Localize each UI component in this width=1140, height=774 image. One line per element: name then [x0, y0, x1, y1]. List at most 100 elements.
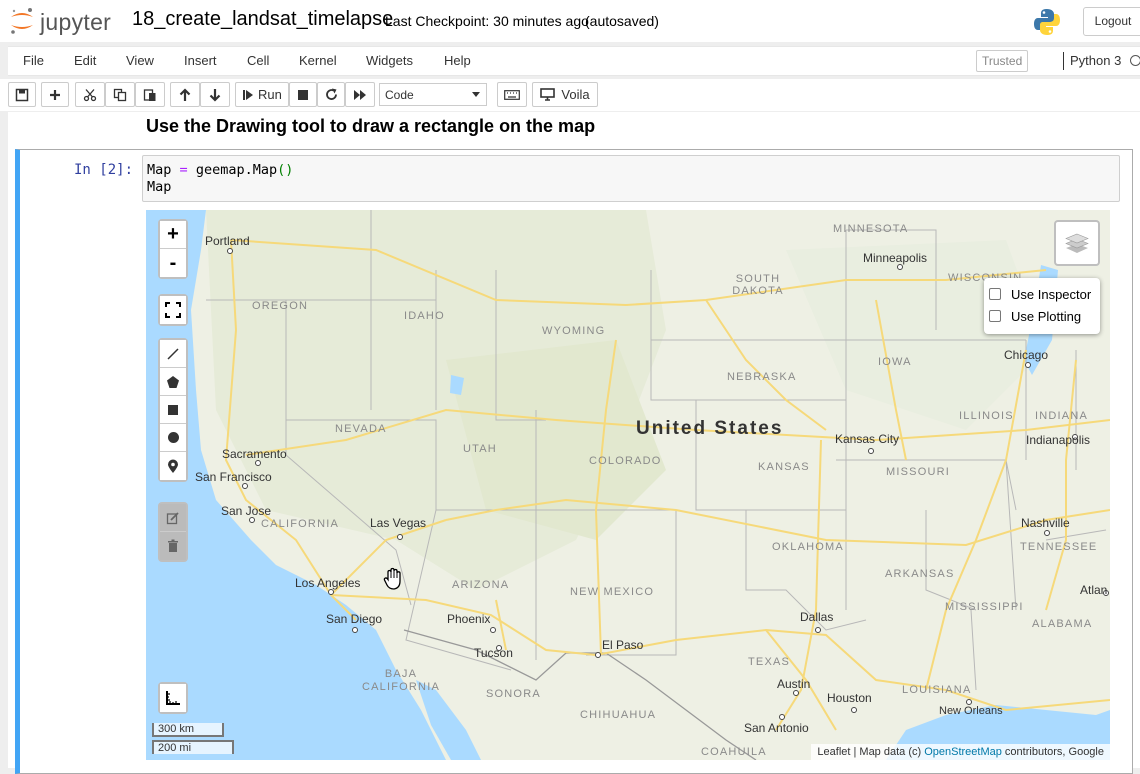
- city-marker: [868, 448, 874, 454]
- zoom-out-button[interactable]: -: [160, 249, 186, 277]
- menu-view[interactable]: View: [126, 53, 154, 68]
- run-button[interactable]: Run: [235, 82, 289, 107]
- draw-marker-button[interactable]: [160, 452, 186, 480]
- cut-icon: [83, 88, 97, 101]
- code-line-1: Map = geemap.Map(): [147, 162, 1115, 179]
- edit-layers-button[interactable]: [160, 504, 186, 532]
- state-label: BAJA CALIFORNIA: [361, 668, 440, 693]
- city-label: Chicago: [1004, 348, 1049, 362]
- scale-bar-mi: 200 mi: [152, 740, 234, 754]
- save-button[interactable]: [8, 82, 36, 107]
- chevron-down-icon: [472, 92, 480, 97]
- monitor-icon: [540, 88, 556, 101]
- city-label: Sacramento: [222, 447, 287, 461]
- basemap: [146, 210, 1110, 760]
- voila-label: Voila: [561, 87, 590, 102]
- state-label: OREGON: [252, 300, 309, 312]
- layers-control-button[interactable]: [1054, 220, 1100, 266]
- openstreetmap-link[interactable]: OpenStreetMap: [924, 746, 1002, 758]
- insert-cell-button[interactable]: [41, 82, 69, 107]
- inspector-checkbox[interactable]: [989, 288, 1001, 300]
- restart-icon: [325, 88, 337, 100]
- state-label: NEW MEXICO: [570, 586, 655, 598]
- state-label: UTAH: [463, 443, 497, 455]
- fullscreen-button[interactable]: [160, 296, 186, 324]
- state-label: TENNESSEE: [1020, 541, 1098, 553]
- edit-toolbar: [158, 502, 188, 562]
- notebook-container: Use the Drawing tool to draw a rectangle…: [8, 112, 1140, 774]
- code-cell[interactable]: In [2]: Map = geemap.Map() Map OREGON ID…: [15, 149, 1133, 774]
- menu-file[interactable]: File: [23, 53, 44, 68]
- checkpoint-status: Last Checkpoint: 30 minutes ago: [385, 13, 589, 29]
- draw-toolbar: [158, 338, 188, 482]
- autosave-status: (autosaved): [585, 13, 659, 29]
- polygon-icon: [167, 375, 179, 388]
- move-up-button[interactable]: [170, 82, 200, 107]
- kernel-idle-icon: [1130, 55, 1140, 66]
- move-down-button[interactable]: [200, 82, 230, 107]
- draw-circle-button[interactable]: [160, 424, 186, 452]
- draw-rectangle-button[interactable]: [160, 396, 186, 424]
- menu-help[interactable]: Help: [444, 53, 471, 68]
- attribution-suffix: contributors, Google: [1001, 746, 1104, 758]
- notebook-name[interactable]: 18_create_landsat_timelapse: [132, 8, 393, 31]
- delete-layers-button[interactable]: [160, 532, 186, 560]
- city-label: Houston: [827, 691, 872, 705]
- measure-button[interactable]: [160, 684, 186, 712]
- trusted-indicator[interactable]: Trusted: [976, 50, 1029, 72]
- menu-insert[interactable]: Insert: [184, 53, 217, 68]
- widget-checkbox-panel: Use Inspector Use Plotting: [984, 278, 1100, 334]
- logout-button[interactable]: Logout: [1083, 7, 1140, 36]
- inspector-checkbox-row[interactable]: Use Inspector: [989, 285, 1091, 303]
- attribution-prefix: Leaflet | Map data (c): [817, 746, 925, 758]
- state-label: NEVADA: [335, 423, 387, 435]
- menu-kernel[interactable]: Kernel: [299, 53, 337, 68]
- voila-button[interactable]: Voila: [532, 82, 598, 107]
- menu-cell[interactable]: Cell: [247, 53, 269, 68]
- state-label: ARIZONA: [452, 579, 510, 591]
- menu-edit[interactable]: Edit: [74, 53, 96, 68]
- city-label: San Jose: [221, 504, 272, 518]
- code-token-call: geemap.Map: [195, 162, 278, 178]
- state-label: CHIHUAHUA: [580, 709, 657, 721]
- cell-type-select[interactable]: Code: [379, 83, 487, 106]
- plotting-checkbox-row[interactable]: Use Plotting: [989, 307, 1081, 325]
- state-label: INDIANA: [1035, 410, 1089, 422]
- plotting-label: Use Plotting: [1011, 308, 1082, 324]
- paste-button[interactable]: [135, 82, 165, 107]
- plotting-checkbox[interactable]: [989, 310, 1001, 322]
- menubar: File Edit View Insert Cell Kernel Widget…: [8, 46, 1140, 76]
- state-label: NEBRASKA: [727, 371, 797, 383]
- zoom-in-button[interactable]: +: [160, 221, 186, 249]
- city-label: Tucson: [474, 646, 513, 660]
- city-marker: [815, 627, 821, 633]
- cut-button[interactable]: [75, 82, 105, 107]
- run-label: Run: [258, 87, 282, 102]
- city-label: Atlan: [1080, 583, 1108, 597]
- city-label: Los Angeles: [295, 576, 361, 590]
- restart-button[interactable]: [317, 82, 345, 107]
- restart-run-all-button[interactable]: [345, 82, 375, 107]
- scale-bar-km: 300 km: [152, 723, 224, 737]
- state-label: TEXAS: [748, 656, 791, 668]
- map-attribution: Leaflet | Map data (c) OpenStreetMap con…: [811, 744, 1110, 760]
- trash-icon: [168, 539, 178, 552]
- code-token-operator: =: [179, 162, 188, 178]
- draw-polyline-button[interactable]: [160, 340, 186, 368]
- code-editor[interactable]: Map = geemap.Map() Map: [142, 155, 1120, 202]
- zoom-control: + -: [158, 219, 188, 279]
- city-label: Portland: [205, 234, 250, 248]
- copy-button[interactable]: [105, 82, 135, 107]
- jupyter-logo[interactable]: jupyter: [8, 6, 118, 36]
- command-palette-button[interactable]: [497, 82, 527, 107]
- plus-icon: [50, 89, 60, 100]
- save-icon: [15, 88, 29, 101]
- map-widget[interactable]: OREGON IDAHO WYOMING SOUTH DAKOTA MINNES…: [146, 210, 1110, 760]
- draw-polygon-button[interactable]: [160, 368, 186, 396]
- menu-widgets[interactable]: Widgets: [366, 53, 413, 68]
- state-label: OKLAHOMA: [772, 541, 844, 553]
- fullscreen-control: [158, 294, 188, 326]
- marker-icon: [168, 459, 178, 473]
- state-label: KANSAS: [758, 461, 810, 473]
- interrupt-button[interactable]: [289, 82, 317, 107]
